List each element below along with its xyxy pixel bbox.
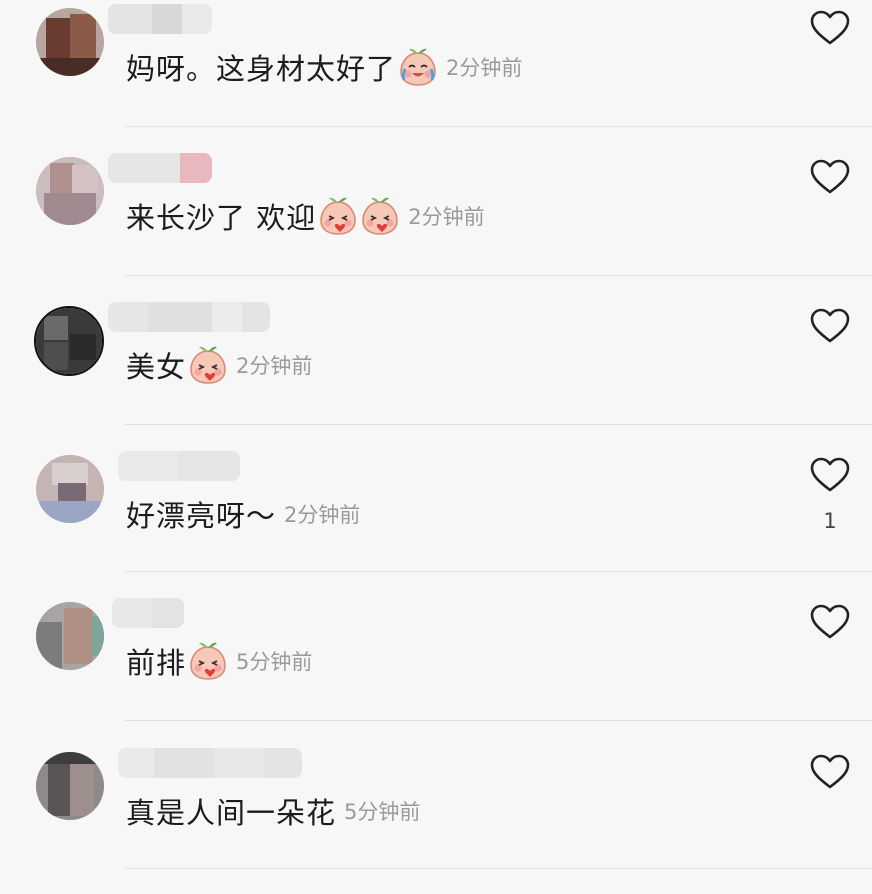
comment-text: 前排 [126, 646, 187, 680]
comment-text: 来长沙了 欢迎 [126, 201, 317, 235]
divider [124, 868, 872, 869]
username-blurred[interactable] [108, 153, 212, 183]
divider [124, 424, 872, 425]
comment-item: 好漂亮呀～ 2分钟前 1 [0, 447, 872, 597]
like-heart-icon[interactable] [810, 159, 850, 195]
username-blurred[interactable] [118, 748, 302, 778]
comment-text-line: 前排 5分钟前 [126, 640, 312, 682]
comment-item: 妈呀。这身材太好了 2分钟前 [0, 0, 872, 150]
like-heart-icon[interactable] [810, 457, 850, 493]
username-blurred[interactable] [108, 4, 212, 34]
comment-item: 前排 5分钟前 [0, 594, 872, 744]
username-blurred[interactable] [118, 451, 240, 481]
avatar[interactable] [36, 8, 104, 76]
divider [124, 275, 872, 276]
avatar[interactable] [34, 306, 104, 376]
comment-time: 5分钟前 [344, 800, 421, 824]
avatar[interactable] [36, 602, 104, 670]
comment-time: 2分钟前 [236, 354, 313, 378]
divider [124, 126, 872, 127]
username-blurred[interactable] [112, 598, 184, 628]
avatar[interactable] [36, 455, 104, 523]
avatar[interactable] [36, 157, 104, 225]
comment-time: 2分钟前 [408, 205, 485, 229]
comment-text-line: 好漂亮呀～ 2分钟前 [126, 493, 360, 535]
comment-item: 来长沙了 欢迎 2分钟前 [0, 149, 872, 299]
comment-text-line: 美女 2分钟前 [126, 344, 312, 386]
laugh-cry-emoji-icon [398, 47, 438, 87]
kiss-emoji-icon [188, 345, 228, 385]
comment-text: 美女 [126, 350, 187, 384]
like-heart-icon[interactable] [810, 308, 850, 344]
comment-text: 妈呀。这身材太好了 [126, 52, 397, 86]
kiss-emoji-icon [360, 196, 400, 236]
kiss-emoji-icon [188, 641, 228, 681]
comment-text-line: 妈呀。这身材太好了 2分钟前 [126, 46, 522, 88]
like-heart-icon[interactable] [810, 10, 850, 46]
kiss-emoji-icon [318, 196, 358, 236]
comment-time: 2分钟前 [446, 56, 523, 80]
avatar[interactable] [36, 752, 104, 820]
comment-text: 好漂亮呀～ [126, 499, 277, 533]
like-count: 1 [823, 509, 837, 533]
like-heart-icon[interactable] [810, 754, 850, 790]
comment-text: 真是人间一朵花 [126, 796, 337, 830]
comment-text-line: 来长沙了 欢迎 2分钟前 [126, 195, 485, 237]
comment-time: 2分钟前 [284, 503, 361, 527]
comment-text-line: 真是人间一朵花 5分钟前 [126, 790, 420, 832]
divider [124, 720, 872, 721]
divider [124, 571, 872, 572]
comment-time: 5分钟前 [236, 650, 313, 674]
like-heart-icon[interactable] [810, 604, 850, 640]
comment-item: 美女 2分钟前 [0, 298, 872, 448]
username-blurred[interactable] [108, 302, 270, 332]
